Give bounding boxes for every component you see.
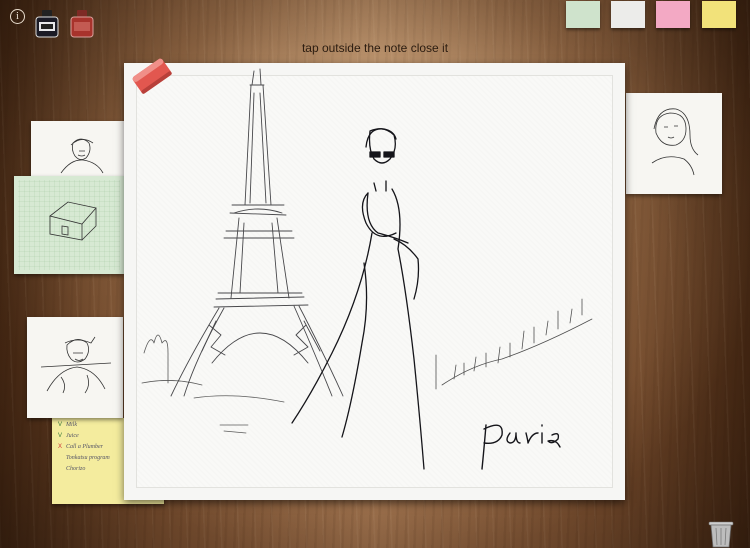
note-thumbnail-house-sketch[interactable] bbox=[14, 176, 124, 274]
eraser-icon[interactable] bbox=[128, 52, 176, 100]
red-ink-bottle-icon[interactable] bbox=[68, 9, 96, 39]
trash-icon[interactable] bbox=[706, 519, 736, 548]
close-hint-text: tap outside the note close it bbox=[301, 41, 449, 55]
white-note-swatch[interactable] bbox=[611, 1, 645, 28]
check-mark: V bbox=[58, 422, 63, 428]
cross-mark: X bbox=[58, 444, 63, 450]
pink-note-swatch[interactable] bbox=[656, 1, 690, 28]
black-ink-bottle-icon[interactable] bbox=[33, 9, 61, 39]
list-item: Tonkatsu program bbox=[66, 455, 110, 461]
check-mark: V bbox=[58, 433, 63, 439]
note-thumbnail-woman-sketch[interactable] bbox=[626, 93, 722, 194]
note-thumbnail-portrait-sketch[interactable] bbox=[31, 121, 127, 177]
list-item: Call a Plumber bbox=[66, 444, 103, 450]
note-thumbnail-samurai-sketch[interactable] bbox=[27, 317, 123, 418]
info-icon[interactable]: i bbox=[10, 9, 25, 24]
green-note-swatch[interactable] bbox=[566, 1, 600, 28]
list-item: Chorizo bbox=[66, 466, 86, 472]
main-sketch-note[interactable] bbox=[124, 63, 625, 500]
list-item: Milk bbox=[66, 422, 77, 428]
eiffel-tower-drawing bbox=[141, 68, 593, 470]
yellow-note-swatch[interactable] bbox=[702, 1, 736, 28]
list-item: Juice bbox=[66, 433, 79, 439]
